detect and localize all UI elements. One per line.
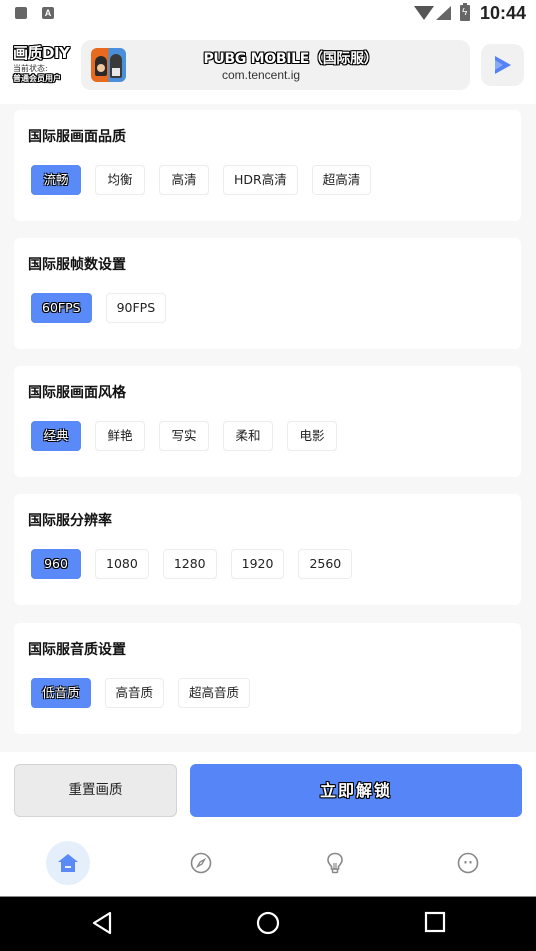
nav-profile[interactable]: [446, 841, 490, 885]
option-label: 经典: [43, 428, 69, 443]
option-chip[interactable]: 1920: [230, 549, 285, 579]
option-label: 低音质: [42, 685, 80, 700]
option-chip[interactable]: 1080: [95, 549, 149, 579]
option-chip[interactable]: 1280: [162, 549, 217, 579]
option-label: 1280: [173, 556, 206, 571]
game-package: com.tencent.ig: [222, 68, 301, 82]
face-icon: [457, 852, 479, 874]
action-bar: 重置画质 立即解锁: [0, 752, 536, 828]
wifi-icon: [414, 6, 434, 20]
home-icon: [58, 854, 78, 872]
home-circle-icon[interactable]: [256, 911, 280, 935]
section-title: 国际服画面风格: [28, 385, 126, 401]
keyboard-icon: A: [42, 7, 54, 19]
status-bar: A ϟ 10:44: [0, 0, 536, 28]
option-label: 高音质: [115, 685, 154, 700]
nav-home[interactable]: [46, 841, 90, 885]
lightbulb-icon: [327, 852, 343, 874]
membership-status: 普通会员用户: [13, 74, 61, 83]
option-group: 流畅 均衡 高清 HDR高清 超高清: [31, 165, 372, 195]
system-navigation-bar: [0, 896, 536, 951]
notification-icon: [15, 7, 27, 19]
bottom-nav: [0, 828, 536, 896]
option-label: 60FPS: [42, 300, 81, 315]
option-chip[interactable]: 90FPS: [105, 293, 167, 323]
option-label: 流畅: [43, 172, 69, 187]
section-title: 国际服帧数设置: [28, 257, 126, 273]
option-group: 经典 鲜艳 写实 柔和 电影: [31, 421, 337, 451]
option-chip[interactable]: 写实: [159, 421, 209, 451]
option-chip-selected[interactable]: 60FPS: [31, 293, 92, 323]
option-chip-selected[interactable]: 低音质: [31, 678, 91, 708]
option-chip-selected[interactable]: 960: [31, 549, 81, 579]
battery-bolt: ϟ: [462, 7, 468, 18]
option-label: 960: [44, 556, 68, 571]
option-chip[interactable]: 鲜艳: [95, 421, 145, 451]
option-chip[interactable]: 均衡: [95, 165, 145, 195]
section-title: 国际服画面品质: [28, 129, 126, 145]
option-label: 2560: [309, 556, 342, 571]
status-label: 当前状态:: [13, 64, 48, 73]
option-label: 鲜艳: [107, 428, 133, 443]
option-label: 写实: [171, 428, 197, 443]
option-label: 1080: [106, 556, 138, 571]
launch-game-button[interactable]: [481, 44, 524, 86]
option-chip-selected[interactable]: 流畅: [31, 165, 81, 195]
option-chip[interactable]: 超高清: [311, 165, 372, 195]
option-chip[interactable]: HDR高清: [223, 165, 298, 195]
nav-discover[interactable]: [179, 841, 223, 885]
settings-card: 国际服音质设置低音质 高音质 超高音质: [14, 623, 521, 734]
brand-title: 画质DIY: [13, 44, 70, 62]
option-label: 超高清: [322, 172, 361, 187]
option-chip[interactable]: 柔和: [223, 421, 273, 451]
option-label: HDR高清: [234, 172, 287, 187]
brand-block: 画质DIY 当前状态: 普通会员用户: [13, 44, 83, 84]
nav-tips[interactable]: [313, 841, 357, 885]
option-chip[interactable]: 高清: [159, 165, 209, 195]
option-label: 超高音质: [189, 685, 240, 700]
option-label: 电影: [299, 428, 325, 443]
option-label: 柔和: [235, 428, 261, 443]
settings-card: 国际服画面品质流畅 均衡 高清 HDR高清 超高清: [14, 110, 521, 221]
settings-card: 国际服分辨率 960 1080 1280 1920 2560: [14, 494, 521, 605]
compass-icon: [190, 852, 212, 874]
option-label: 均衡: [107, 172, 133, 187]
clock: 10:44: [479, 3, 526, 23]
selected-game-card[interactable]: PUBG MOBILE（国际服） com.tencent.ig: [81, 40, 470, 90]
game-title: PUBG MOBILE（国际服）: [203, 51, 378, 67]
section-title: 国际服音质设置: [28, 642, 126, 658]
app-header: 画质DIY 当前状态: 普通会员用户 PUBG MOBILE（国际服） com.…: [0, 28, 536, 104]
option-chip[interactable]: 2560: [298, 549, 353, 579]
option-group: 低音质 高音质 超高音质: [31, 678, 251, 708]
signal-icon: [436, 6, 451, 20]
recents-icon[interactable]: [424, 911, 446, 933]
option-chip[interactable]: 电影: [287, 421, 337, 451]
option-label: 90FPS: [116, 300, 156, 315]
unlock-now-button[interactable]: 立即解锁: [190, 764, 522, 817]
back-icon[interactable]: [91, 911, 113, 935]
settings-card: 国际服帧数设置 60FPS 90FPS: [14, 238, 521, 349]
settings-card: 国际服画面风格经典 鲜艳 写实 柔和 电影: [14, 366, 521, 477]
battery-charging-icon: ϟ: [460, 3, 470, 21]
option-chip[interactable]: 高音质: [104, 678, 165, 708]
option-group: 60FPS 90FPS: [31, 293, 167, 323]
play-icon-highlight: [495, 60, 503, 70]
option-chip[interactable]: 超高音质: [178, 678, 251, 708]
option-label: 高清: [171, 172, 197, 187]
option-chip-selected[interactable]: 经典: [31, 421, 81, 451]
option-label: 1920: [241, 556, 274, 571]
reset-quality-button[interactable]: 重置画质: [14, 764, 177, 817]
section-title: 国际服分辨率: [28, 513, 112, 529]
option-group: 960 1080 1280 1920 2560: [31, 549, 353, 579]
